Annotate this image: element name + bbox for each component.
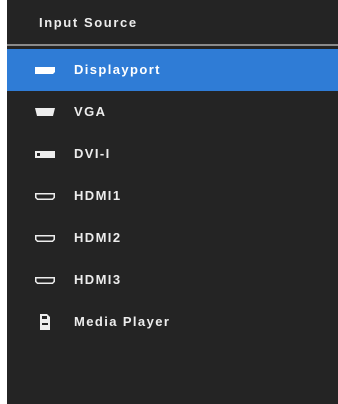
source-label-media-player: Media Player — [74, 314, 171, 329]
source-item-media-player[interactable]: Media Player — [7, 301, 338, 343]
source-item-dvi-i[interactable]: DVI-I — [7, 133, 338, 175]
source-item-hdmi3[interactable]: HDMI3 — [7, 259, 338, 301]
panel-title: Input Source — [39, 15, 138, 30]
panel-header: Input Source — [7, 0, 338, 44]
header-divider — [7, 44, 338, 46]
source-label-hdmi2: HDMI2 — [74, 230, 122, 245]
dvi-icon — [34, 146, 56, 162]
media-player-icon — [34, 314, 56, 330]
source-label-displayport: Displayport — [74, 62, 161, 77]
source-label-hdmi1: HDMI1 — [74, 188, 122, 203]
source-item-hdmi1[interactable]: HDMI1 — [7, 175, 338, 217]
source-item-displayport[interactable]: Displayport — [7, 49, 338, 91]
displayport-icon — [34, 62, 56, 78]
source-label-dvi-i: DVI-I — [74, 146, 111, 161]
source-label-vga: VGA — [74, 104, 107, 119]
input-source-list: Displayport VGA DVI-I HDMI1 HDMI2 HDMI3 … — [7, 49, 338, 343]
hdmi-icon — [34, 230, 56, 246]
source-item-hdmi2[interactable]: HDMI2 — [7, 217, 338, 259]
hdmi-icon — [34, 188, 56, 204]
vga-icon — [34, 104, 56, 120]
source-item-vga[interactable]: VGA — [7, 91, 338, 133]
hdmi-icon — [34, 272, 56, 288]
source-label-hdmi3: HDMI3 — [74, 272, 122, 287]
input-source-panel: Input Source Displayport VGA DVI-I HDMI1… — [7, 0, 338, 404]
